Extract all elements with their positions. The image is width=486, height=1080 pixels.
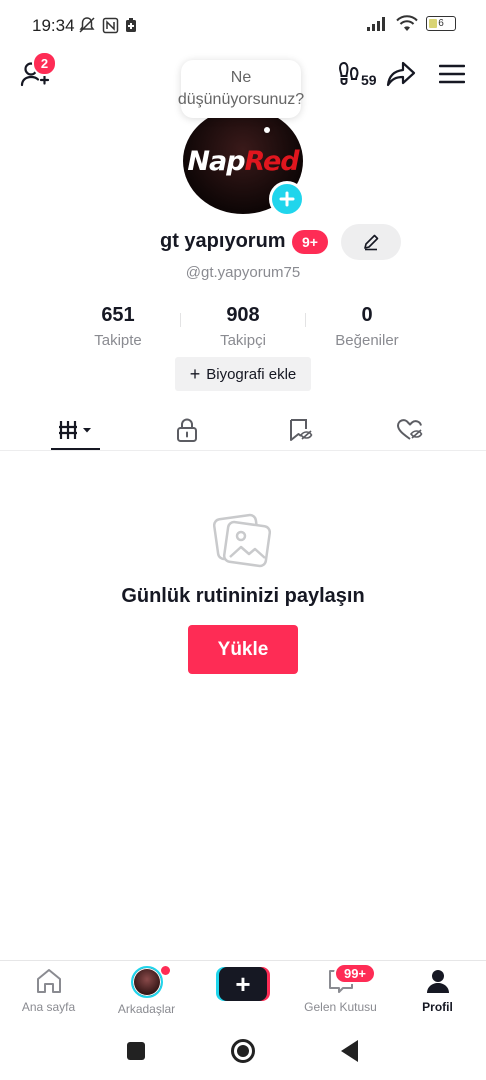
friend-requests-badge: 2: [32, 51, 57, 76]
tab-liked[interactable]: [360, 410, 460, 450]
following-count: 651: [101, 304, 135, 326]
avatar-logo-text: NapRed: [187, 145, 300, 177]
status-right: 6: [366, 15, 456, 32]
following-stat[interactable]: 651 Takipte: [58, 304, 178, 349]
footprint-icon: [338, 60, 360, 88]
empty-state-title: Günlük rutininizi paylaşın: [121, 585, 365, 607]
signal-icon: [366, 16, 388, 32]
following-label: Takipte: [94, 332, 142, 349]
home-icon: [34, 966, 64, 996]
home-system-button[interactable]: [231, 1039, 255, 1063]
lock-icon: [176, 417, 198, 443]
battery-level: 6: [438, 18, 444, 29]
username: gt yapıyorum: [160, 230, 286, 252]
likes-stat[interactable]: 0 Beğeniler: [307, 304, 427, 349]
note-bubble-text: Ne düşünüyorsunuz?: [177, 69, 305, 108]
grid-icon: [57, 419, 95, 441]
status-time: 19:34: [32, 16, 75, 35]
nav-home[interactable]: Ana sayfa: [0, 966, 97, 1014]
note-bubble[interactable]: Ne düşünüyorsunuz?: [177, 60, 305, 118]
add-bio-button[interactable]: + Biyografi ekle: [175, 357, 311, 391]
note-bubble-tail: [264, 127, 270, 133]
recent-apps-button[interactable]: [127, 1042, 145, 1060]
bio-plus-text: +: [189, 364, 201, 384]
back-button[interactable]: [341, 1040, 358, 1062]
wifi-icon: [396, 15, 418, 32]
mute-bell-icon: [78, 16, 96, 34]
avatar-logo-white: Nap: [187, 145, 245, 177]
battery-icon: 6: [426, 16, 456, 31]
home-system-dot: [237, 1045, 249, 1057]
nav-profile[interactable]: Profil: [389, 966, 486, 1014]
create-plus-icon: +: [219, 967, 267, 1001]
share-button[interactable]: [386, 60, 416, 88]
stat-divider: [305, 313, 306, 327]
nav-profile-label: Profil: [422, 1000, 453, 1014]
avatar-logo-red: Red: [244, 145, 300, 177]
tab-private[interactable]: [137, 410, 237, 450]
friend-avatar: [130, 966, 163, 998]
share-arrow-icon: [386, 60, 416, 88]
upload-button[interactable]: Yükle: [188, 625, 298, 674]
inbox-badge: 99+: [334, 963, 376, 984]
username-badge: 9+: [292, 230, 328, 254]
friends-notification-dot: [161, 966, 170, 975]
nav-friends[interactable]: Arkadaşlar: [98, 966, 195, 1016]
tab-saved[interactable]: [250, 410, 350, 450]
upload-button-label: Yükle: [217, 638, 269, 660]
nav-inbox-label: Gelen Kutusu: [304, 1000, 377, 1014]
likes-count: 0: [361, 304, 373, 326]
followers-count: 908: [226, 304, 260, 326]
nfc-icon: [102, 17, 119, 34]
stat-divider: [180, 313, 181, 327]
footprint-count: 59: [361, 72, 377, 88]
liked-hidden-icon: [396, 418, 424, 442]
profile-person-icon: [423, 966, 453, 996]
status-icons-left: [78, 16, 137, 34]
tabs-divider: [0, 450, 486, 451]
battery-saver-icon: [125, 17, 137, 33]
followers-label: Takipçi: [220, 332, 266, 349]
user-handle-row: @gt.yapyorum75: [0, 264, 486, 281]
bookmark-hidden-icon: [287, 417, 313, 443]
edit-profile-button[interactable]: [341, 224, 401, 260]
hamburger-menu-icon: [439, 63, 465, 85]
tab-videos[interactable]: [26, 410, 126, 450]
user-handle: @gt.yapyorum75: [185, 264, 301, 281]
pencil-icon: [362, 233, 380, 251]
bottom-nav-divider: [0, 960, 486, 961]
likes-label: Beğeniler: [335, 332, 399, 349]
nav-friends-label: Arkadaşlar: [117, 1002, 176, 1016]
plus-icon: [279, 191, 295, 207]
avatar-add-button[interactable]: [269, 181, 305, 217]
followers-stat[interactable]: 908 Takipçi: [183, 304, 303, 349]
create-button[interactable]: +: [216, 967, 270, 1001]
profile-views-button[interactable]: 59: [338, 60, 377, 88]
nav-home-label: Ana sayfa: [21, 1000, 76, 1014]
menu-button[interactable]: [439, 63, 465, 85]
bio-button-label: Biyografi ekle: [206, 365, 297, 383]
photos-placeholder-icon: [213, 512, 271, 568]
